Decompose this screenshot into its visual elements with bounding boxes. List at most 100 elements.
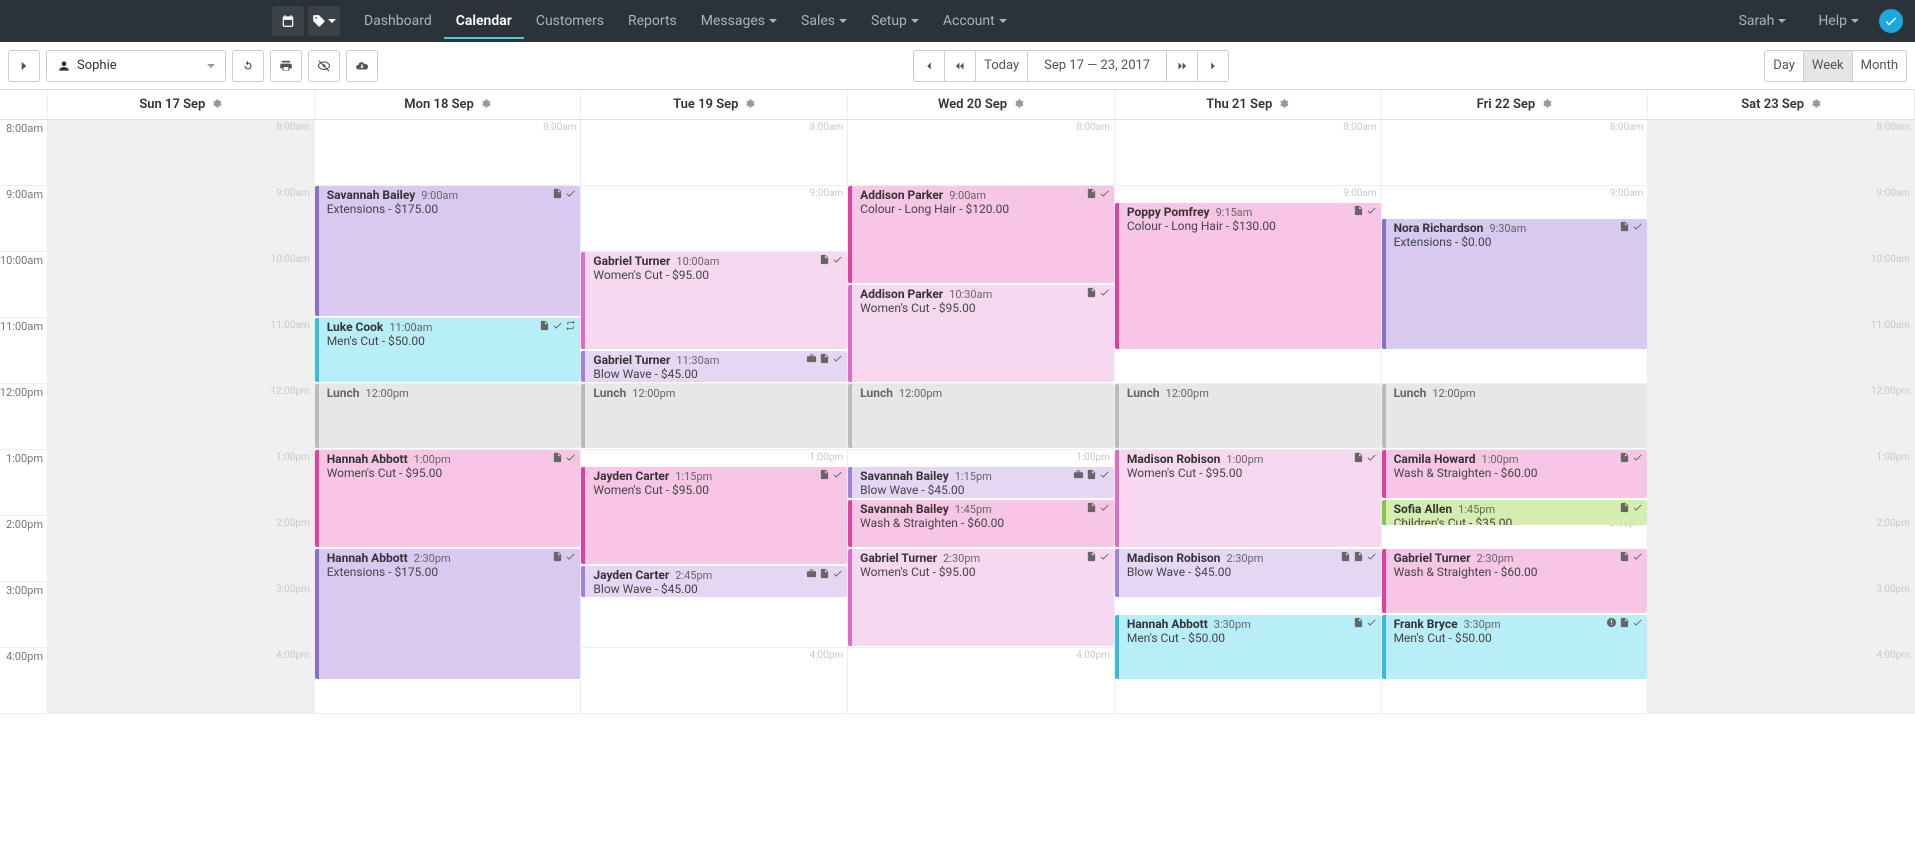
tag-dropdown-button[interactable] [308,6,340,36]
nav-setup[interactable]: Setup [859,3,931,39]
today-button[interactable]: Today [975,50,1028,82]
day-header[interactable]: Wed 20 Sep [848,90,1115,119]
appointment[interactable]: Hannah Abbott1:00pmWomen's Cut - $95.00 [315,450,581,547]
appointment-customer: Luke Cook [327,320,384,334]
day-header[interactable]: Tue 19 Sep [581,90,848,119]
calendar-cell[interactable]: 3:00pm [48,582,315,647]
day-header[interactable]: Fri 22 Sep [1382,90,1649,119]
appointment[interactable]: Addison Parker9:00amColour - Long Hair -… [848,186,1114,283]
help-menu[interactable]: Help [1806,3,1871,39]
calendar-cell[interactable]: 10:00am [1648,252,1915,317]
appointment[interactable]: Gabriel Turner10:00amWomen's Cut - $95.0… [581,252,847,349]
calendar-cell[interactable]: 8:00am [48,120,315,185]
lunch-block[interactable]: Lunch12:00pm [848,384,1114,448]
calendar-cell[interactable]: 9:00am [48,186,315,251]
appointment[interactable]: Savannah Bailey1:45pmWash & Straighten -… [848,500,1114,548]
calendar-cell[interactable]: 9:00am [581,186,848,251]
lunch-block[interactable]: Lunch12:00pm [315,384,581,448]
gear-icon[interactable] [744,98,755,112]
appointment-time: 9:00am [949,189,986,202]
calendar-cell[interactable]: 8:00am [1382,120,1649,185]
nav-reports[interactable]: Reports [616,3,689,39]
appointment[interactable]: Hannah Abbott2:30pmExtensions - $175.00 [315,549,581,679]
calendar-cell[interactable]: 11:00am [48,318,315,383]
day-header[interactable]: Thu 21 Sep [1115,90,1382,119]
prev-button[interactable] [913,50,945,82]
appointment[interactable]: Poppy Pomfrey9:15amColour - Long Hair - … [1115,203,1381,350]
day-header[interactable]: Sun 17 Sep [48,90,315,119]
nav-customers[interactable]: Customers [524,3,616,39]
prev-fast-button[interactable] [944,50,976,82]
cloud-download-button[interactable] [346,50,378,82]
view-month-button[interactable]: Month [1852,50,1907,82]
gear-icon[interactable] [1810,98,1821,112]
user-menu[interactable]: Sarah [1727,3,1799,39]
nav-messages[interactable]: Messages [689,3,789,39]
hide-button[interactable] [308,50,340,82]
calendar-cell[interactable]: 9:00am [1648,186,1915,251]
calendar-cell[interactable]: 12:00pm [1648,384,1915,449]
appointment[interactable]: Savannah Bailey9:00amExtensions - $175.0… [315,186,581,316]
lunch-block[interactable]: Lunch12:00pm [1382,384,1648,448]
print-button[interactable] [270,50,302,82]
day-header[interactable]: Sat 23 Sep [1648,90,1915,119]
appointment[interactable]: Addison Parker10:30amWomen's Cut - $95.0… [848,285,1114,382]
appointment[interactable]: Jayden Carter2:45pmBlow Wave - $45.00 [581,566,847,597]
staff-select[interactable]: Sophie [46,50,226,82]
calendar-cell[interactable]: 8:00am [1115,120,1382,185]
calendar-cell[interactable]: 4:00pm [581,648,848,713]
expand-sidebar-button[interactable] [8,50,40,82]
gear-icon[interactable] [211,98,222,112]
lunch-block[interactable]: Lunch12:00pm [581,384,847,448]
calendar-cell[interactable]: 8:00am [315,120,582,185]
next-button[interactable] [1197,50,1229,82]
calendar-cell[interactable]: 1:00pm [48,450,315,515]
nav-calendar[interactable]: Calendar [444,3,524,39]
gear-icon[interactable] [480,98,491,112]
calendar-icon-button[interactable] [272,6,304,36]
calendar-cell[interactable]: 8:00am [581,120,848,185]
refresh-button[interactable] [232,50,264,82]
calendar-cell[interactable]: 10:00am [48,252,315,317]
appointment[interactable]: Camila Howard1:00pmWash & Straighten - $… [1382,450,1648,498]
gear-icon[interactable] [1278,98,1289,112]
date-range-button[interactable]: Sep 17 — 23, 2017 [1027,50,1167,82]
appointment[interactable]: Gabriel Turner11:30amBlow Wave - $45.00 [581,351,847,382]
calendar-cell[interactable]: 4:00pm [848,648,1115,713]
appointment[interactable]: Nora Richardson9:30amExtensions - $0.00 [1382,219,1648,349]
calendar-cell[interactable]: 1:00pm [1648,450,1915,515]
appointment[interactable]: Luke Cook11:00amMen's Cut - $50.00 [315,318,581,382]
appointment[interactable]: Savannah Bailey1:15pmBlow Wave - $45.00 [848,467,1114,498]
calendar-cell[interactable]: 8:00am [1648,120,1915,185]
appointment[interactable]: Sofia Allen1:45pmChildren's Cut - $35.00 [1382,500,1648,526]
calendar-cell[interactable]: 2:00pm [1648,516,1915,581]
appointment[interactable]: Jayden Carter1:15pmWomen's Cut - $95.00 [581,467,847,564]
gear-icon[interactable] [1541,98,1552,112]
calendar-grid[interactable]: 8:00am8:00am8:00am8:00am8:00am8:00am8:00… [0,120,1915,714]
appointment[interactable]: Gabriel Turner2:30pmWash & Straighten - … [1382,549,1648,613]
gear-icon[interactable] [1013,98,1024,112]
brand-badge-icon[interactable] [1879,9,1903,33]
view-day-button[interactable]: Day [1764,50,1804,82]
nav-sales[interactable]: Sales [789,3,859,39]
view-week-button[interactable]: Week [1803,50,1853,82]
nav-dashboard[interactable]: Dashboard [352,3,444,39]
nav-account[interactable]: Account [931,3,1019,39]
calendar-cell[interactable]: 11:00am [1648,318,1915,383]
calendar-cell[interactable]: 12:00pm [48,384,315,449]
calendar-cell[interactable]: 4:00pm [48,648,315,713]
appointment[interactable]: Gabriel Turner2:30pmWomen's Cut - $95.00 [848,549,1114,646]
appointment[interactable]: Madison Robison1:00pmWomen's Cut - $95.0… [1115,450,1381,547]
appointment[interactable]: Madison Robison2:30pmBlow Wave - $45.00 [1115,549,1381,597]
calendar-cell[interactable]: 2:00pm [48,516,315,581]
check-icon [1099,551,1110,565]
calendar-cell[interactable]: 8:00am [848,120,1115,185]
calendar-cell[interactable]: 3:00pm [1648,582,1915,647]
day-header[interactable]: Mon 18 Sep [315,90,582,119]
lunch-block[interactable]: Lunch12:00pm [1115,384,1381,448]
next-fast-button[interactable] [1166,50,1198,82]
appointment[interactable]: Hannah Abbott3:30pmMen's Cut - $50.00 [1115,615,1381,679]
appointment[interactable]: Frank Bryce3:30pmMen's Cut - $50.00 [1382,615,1648,679]
calendar-cell[interactable]: 4:00pm [1648,648,1915,713]
case-icon [806,353,817,367]
